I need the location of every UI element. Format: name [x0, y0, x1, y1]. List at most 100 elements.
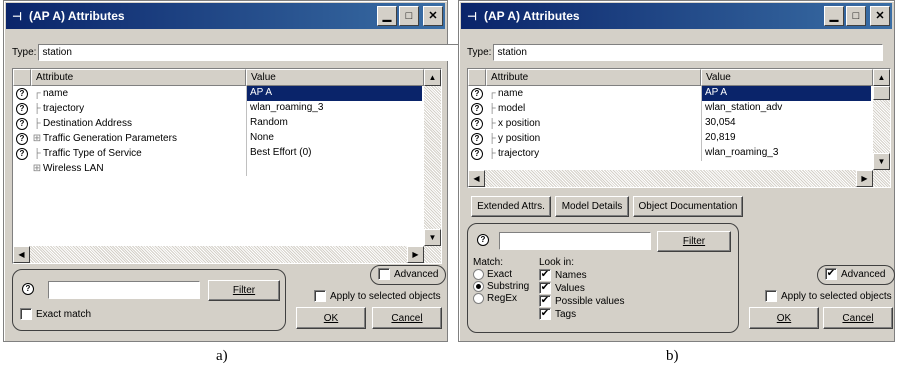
horizontal-scrollbar[interactable]: ◀ ▶	[13, 246, 424, 263]
question-mark-icon[interactable]: ?	[468, 117, 486, 130]
look-in-names-checkbox[interactable]: ✔ Names	[539, 269, 587, 281]
attribute-value[interactable]: 30,054	[701, 116, 871, 131]
maximize-button[interactable]: □	[399, 6, 419, 26]
column-header-attribute[interactable]: Attribute	[486, 69, 701, 86]
tree-line-icon: ├	[33, 103, 41, 114]
attribute-name: Destination Address	[43, 118, 132, 129]
close-button[interactable]: ✕	[423, 6, 443, 26]
attribute-value[interactable]: AP A	[701, 86, 871, 101]
table-row[interactable]: ? ├ trajectory wlan_roaming_3	[468, 146, 890, 161]
attribute-value[interactable]: 20,819	[701, 131, 871, 146]
look-in-possible-values-checkbox[interactable]: ✔ Possible values	[539, 295, 624, 307]
match-exact-radio[interactable]: Exact	[473, 269, 512, 280]
table-row[interactable]: ? ⊞ Traffic Generation Parameters None	[13, 131, 441, 146]
help-icon[interactable]: ?	[477, 234, 489, 246]
horizontal-scrollbar[interactable]: ◀ ▶	[468, 170, 873, 187]
look-in-label: Look in:	[539, 257, 575, 268]
cancel-button[interactable]: Cancel	[372, 307, 442, 329]
ok-button[interactable]: OK	[296, 307, 366, 329]
apply-selected-checkbox[interactable]: Apply to selected objects	[765, 290, 892, 302]
look-in-values-checkbox[interactable]: ✔ Values	[539, 282, 585, 294]
scroll-up-button[interactable]: ▲	[424, 69, 441, 86]
look-in-tags-checkbox[interactable]: ✔ Tags	[539, 308, 576, 320]
attribute-value[interactable]	[246, 161, 422, 176]
pushpin-icon[interactable]: ⊣	[10, 9, 24, 23]
cancel-button[interactable]: Cancel	[823, 307, 893, 329]
match-regex-radio[interactable]: RegEx	[473, 293, 517, 304]
type-field[interactable]: station	[38, 44, 465, 61]
attribute-grid[interactable]: Attribute Value ? ┌ name AP A? ├ model wlan_st…	[467, 68, 891, 188]
scroll-down-button[interactable]: ▼	[424, 229, 441, 246]
table-row[interactable]: ? ├ x position 30,054	[468, 116, 890, 131]
question-mark-icon[interactable]: ?	[13, 102, 31, 115]
filter-input[interactable]	[499, 232, 651, 250]
ok-button[interactable]: OK	[749, 307, 819, 329]
match-substring-radio[interactable]: Substring	[473, 281, 529, 292]
attribute-value[interactable]: wlan_roaming_3	[246, 101, 422, 116]
attribute-value[interactable]: None	[246, 131, 422, 146]
table-row[interactable]: ? ├ trajectory wlan_roaming_3	[13, 101, 441, 116]
advanced-checkbox[interactable]: Advanced	[378, 268, 438, 280]
question-mark-icon[interactable]: ?	[468, 87, 486, 100]
object-documentation-button[interactable]: Object Documentation	[633, 196, 743, 217]
table-row[interactable]: ? ├ model wlan_station_adv	[468, 101, 890, 116]
scroll-up-button[interactable]: ▲	[873, 69, 890, 86]
attribute-value[interactable]: AP A	[246, 86, 422, 101]
tree-line-icon: ├	[488, 148, 496, 159]
attribute-value[interactable]: wlan_station_adv	[701, 101, 871, 116]
column-header-value[interactable]: Value	[246, 69, 424, 86]
attribute-value[interactable]: Random	[246, 116, 422, 131]
column-header-value[interactable]: Value	[701, 69, 873, 86]
scroll-right-button[interactable]: ▶	[856, 170, 873, 187]
type-label: Type:	[12, 47, 37, 58]
attribute-grid[interactable]: Attribute Value ? ┌ name AP A? ├ trajectory wl…	[12, 68, 442, 264]
filter-button[interactable]: Filter	[208, 280, 280, 301]
question-mark-icon[interactable]: ?	[13, 87, 31, 100]
vertical-scrollbar[interactable]: ▲ ▼	[424, 69, 441, 263]
table-row[interactable]: ? ├ Traffic Type of Service Best Effort (0)	[13, 146, 441, 161]
column-header-attribute[interactable]: Attribute	[31, 69, 246, 86]
expand-icon[interactable]: ⊞	[31, 163, 43, 174]
filter-button[interactable]: Filter	[657, 231, 731, 252]
table-row[interactable]: ? ├ y position 20,819	[468, 131, 890, 146]
attributes-window-b: ⊣ (AP A) Attributes ▁ □ ✕ Type: station …	[458, 0, 895, 342]
vertical-scrollbar[interactable]: ▲ ▼	[873, 69, 890, 187]
model-details-button[interactable]: Model Details	[555, 196, 629, 217]
close-button[interactable]: ✕	[870, 6, 890, 26]
exact-match-checkbox[interactable]: Exact match	[20, 308, 91, 320]
attribute-value[interactable]: wlan_roaming_3	[701, 146, 871, 161]
minimize-icon: ▁	[829, 9, 839, 22]
scroll-right-button[interactable]: ▶	[407, 246, 424, 263]
help-icon[interactable]: ?	[22, 283, 34, 295]
question-mark-icon[interactable]: ?	[13, 117, 31, 130]
title-bar[interactable]: ⊣ (AP A) Attributes ▁ □ ✕	[6, 3, 445, 29]
title-bar[interactable]: ⊣ (AP A) Attributes ▁ □ ✕	[461, 3, 892, 29]
question-mark-icon[interactable]: ?	[468, 102, 486, 115]
question-mark-icon[interactable]: ?	[13, 147, 31, 160]
minimize-button[interactable]: ▁	[377, 6, 397, 26]
scroll-down-button[interactable]: ▼	[873, 153, 890, 170]
filter-input[interactable]	[48, 281, 200, 299]
table-row[interactable]: ? ┌ name AP A	[468, 86, 890, 101]
table-row[interactable]: ? ┌ name AP A	[13, 86, 441, 101]
tree-line-icon: ├	[33, 148, 41, 159]
attribute-name: name	[498, 88, 524, 99]
scroll-left-button[interactable]: ◀	[468, 170, 485, 187]
advanced-checkbox[interactable]: ✔ Advanced	[825, 268, 885, 280]
minimize-button[interactable]: ▁	[824, 6, 844, 26]
scroll-left-button[interactable]: ◀	[13, 246, 30, 263]
type-field[interactable]: station	[493, 44, 884, 61]
apply-selected-checkbox[interactable]: Apply to selected objects	[314, 290, 441, 302]
extended-attrs-button[interactable]: Extended Attrs.	[471, 196, 551, 217]
question-mark-icon[interactable]: ?	[468, 132, 486, 145]
attribute-value[interactable]: Best Effort (0)	[246, 146, 422, 161]
pushpin-icon[interactable]: ⊣	[465, 9, 479, 23]
table-row[interactable]: ⊞ Wireless LAN	[13, 161, 441, 176]
expand-icon[interactable]: ⊞	[31, 133, 43, 144]
table-row[interactable]: ? ├ Destination Address Random	[13, 116, 441, 131]
question-mark-icon[interactable]: ?	[468, 147, 486, 160]
maximize-button[interactable]: □	[846, 6, 866, 26]
attribute-name: y position	[498, 133, 541, 144]
question-mark-icon[interactable]: ?	[13, 132, 31, 145]
scroll-thumb[interactable]	[873, 86, 890, 100]
